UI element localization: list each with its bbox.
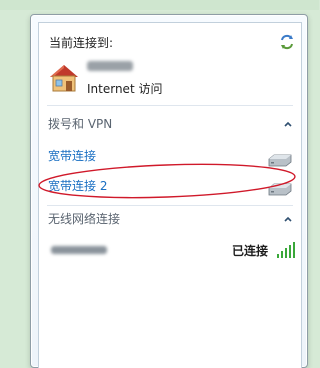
network-name-redacted — [87, 61, 133, 71]
home-network-icon — [50, 65, 78, 92]
current-connection-label: 当前连接到: — [49, 36, 114, 50]
dialup-vpn-header[interactable]: 拨号和 VPN — [48, 115, 112, 132]
chevron-up-icon[interactable] — [283, 119, 293, 129]
modem-icon — [268, 183, 292, 196]
section-divider — [47, 205, 293, 206]
signal-strength-icon — [277, 242, 295, 258]
broadband-connection-2-item[interactable]: 宽带连接 2 — [48, 177, 107, 194]
chevron-up-icon[interactable] — [283, 214, 293, 224]
wireless-network-header[interactable]: 无线网络连接 — [48, 210, 120, 227]
section-divider — [47, 105, 293, 106]
connection-status: 已连接 — [232, 244, 269, 258]
network-access-label: Internet 访问 — [87, 82, 163, 96]
network-flyout-content: 当前连接到: Internet 访问 拨号和 VPN 宽带连接 宽带连接 2 无… — [38, 22, 302, 368]
broadband-connection-item[interactable]: 宽带连接 — [48, 147, 96, 164]
wireless-network-item[interactable]: 已连接 — [47, 241, 295, 261]
modem-icon — [268, 154, 292, 167]
refresh-icon[interactable] — [279, 34, 295, 50]
wireless-network-name-redacted — [51, 246, 107, 254]
network-flyout: 当前连接到: Internet 访问 拨号和 VPN 宽带连接 宽带连接 2 无… — [30, 14, 308, 368]
desktop-background — [0, 0, 319, 10]
